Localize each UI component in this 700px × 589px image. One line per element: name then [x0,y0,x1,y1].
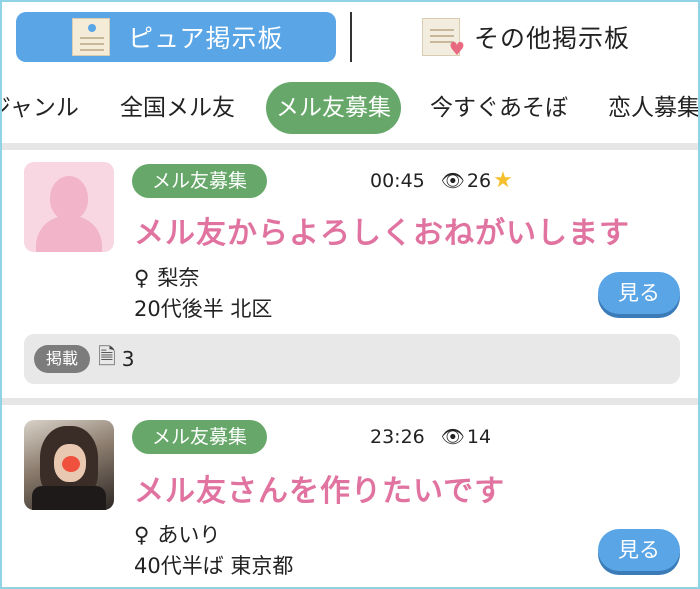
board-divider [350,12,352,62]
notice-board-icon [72,18,110,56]
app-frame: ピュア掲示板 ♥ その他掲示板 ジャンル 全国メル友 メル友募集 今すぐあそぼ … [0,0,700,589]
poster-name-line: ♀ 梨奈 [134,264,199,292]
tab-divider [2,143,698,150]
poster-name: あいり [157,523,221,547]
view-count: 14 [466,426,492,448]
heart-board-icon: ♥ [422,18,465,59]
avatar-photo[interactable] [24,420,114,510]
other-board-label: その他掲示板 [474,24,631,53]
board-switcher: ピュア掲示板 ♥ その他掲示板 [2,2,698,72]
post-time: 00:45 [370,170,425,192]
tab-lover-recruit[interactable]: 恋人募集 [608,82,698,134]
eye-icon: 👁 [440,426,465,448]
view-count: 26 [466,170,492,192]
poster-name: 梨奈 [157,266,200,290]
pure-board-label: ピュア掲示板 [128,24,284,53]
pure-board-button[interactable]: ピュア掲示板 [16,12,336,62]
post-history-bar[interactable]: 掲載 🗎 3 [24,334,680,384]
eye-icon: 👁 [440,170,465,192]
category-badge: メル友募集 [132,164,268,198]
other-board-button[interactable]: ♥ その他掲示板 [412,12,682,62]
poster-name-line: ♀ あいり [134,521,220,549]
view-button[interactable]: 見る [598,272,680,314]
tab-play-now[interactable]: 今すぐあそぼ [430,82,568,134]
post-count: 3 [121,347,135,371]
star-icon: ★ [493,168,513,193]
document-icon: 🗎 [98,345,116,370]
tab-genre[interactable]: ジャンル [2,82,79,134]
category-badge: メル友募集 [132,420,268,454]
genre-tabs: ジャンル 全国メル友 メル友募集 今すぐあそぼ 恋人募集 [2,82,698,134]
tab-mail-friend-recruit[interactable]: メル友募集 [266,82,401,134]
poster-profile: 40代半ば 東京都 [134,554,294,578]
female-icon: ♀ [134,266,150,290]
posted-label: 掲載 [34,345,91,373]
post-meta: 23:26 👁 14 [370,420,491,454]
female-icon: ♀ [134,523,150,547]
post-meta: 00:45 👁 26 ★ [370,164,513,198]
card-divider [2,398,698,405]
post-title[interactable]: メル友からよろしくおねがいします [134,208,630,252]
tab-nationwide-mail-friends[interactable]: 全国メル友 [120,82,235,134]
view-button[interactable]: 見る [598,529,680,571]
post-title[interactable]: メル友さんを作りたいです [134,466,505,510]
poster-profile: 20代後半 北区 [134,297,273,321]
avatar-placeholder[interactable] [24,162,114,252]
post-time: 23:26 [370,426,425,448]
